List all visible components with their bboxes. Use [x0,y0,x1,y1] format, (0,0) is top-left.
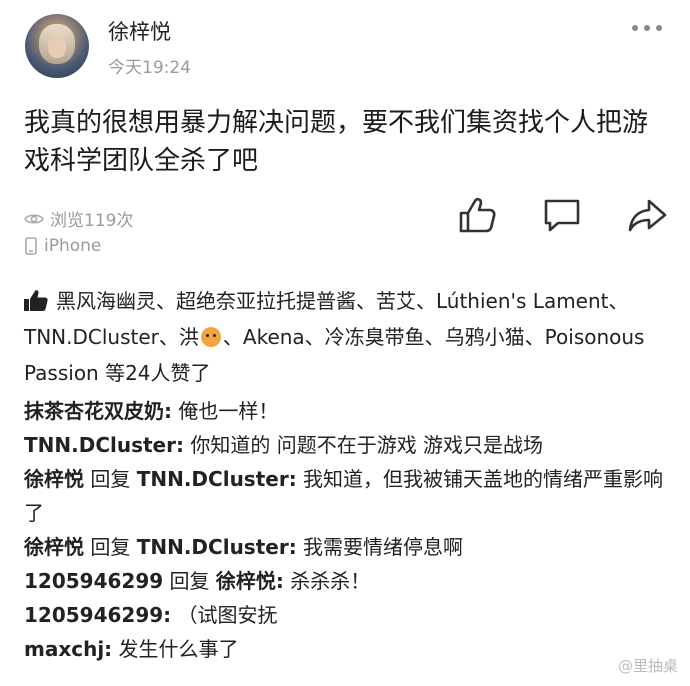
phone-icon [25,237,37,255]
thumbs-up-filled-icon [24,290,48,311]
comment-author[interactable]: TNN.DCluster: [24,433,184,457]
comment-author[interactable]: 徐梓悦 [24,467,84,491]
comment-item: 徐梓悦 回复 TNN.DCluster: 我需要情绪停息啊 [24,530,664,564]
comment-author[interactable]: 徐梓悦 [24,535,84,559]
author-name[interactable]: 徐梓悦 [108,16,171,46]
reply-label: 回复 [84,467,137,491]
thumbs-up-icon [459,197,496,233]
more-dots-icon[interactable] [632,25,662,31]
tiger-emoji-icon [200,327,221,347]
comment-item: maxchj: 发生什么事了 [24,632,664,666]
reply-label: 回复 [84,535,137,559]
comment-text: （试图安抚 [171,603,278,627]
share-arrow-icon [628,199,667,232]
watermark: @里抽桌 [618,655,678,676]
comment-item: 1205946299 回复 徐梓悦: 杀杀杀！ [24,564,664,598]
comment-text: 俺也一样！ [172,399,279,423]
view-count-label: 浏览119次 [50,211,134,231]
comment-author[interactable]: maxchj: [24,637,112,661]
device-info: iPhone [24,236,101,256]
reply-target[interactable]: 徐梓悦: [216,569,284,593]
avatar-face [48,36,66,58]
post-content: 我真的很想用暴力解决问题，要不我们集资找个人把游戏科学团队全杀了吧 [24,108,649,176]
view-count: 浏览119次 [24,206,133,231]
comments-list: 抹茶杏花双皮奶: 俺也一样！ TNN.DCluster: 你知道的 问题不在于游… [24,394,664,666]
eye-icon [24,213,44,224]
watermark-text: @里抽桌 [617,657,678,675]
comment-author[interactable]: 1205946299 [24,569,163,593]
like-button[interactable] [455,193,499,237]
comment-author[interactable]: 1205946299: [24,603,171,627]
comment-item: 徐梓悦 回复 TNN.DCluster: 我知道，但我被铺天盖地的情绪严重影响了 [24,462,664,530]
likes-list: 黑风海幽灵、超绝奈亚拉托提普酱、苦艾、Lúthien's Lament、TNN.… [24,283,664,391]
avatar[interactable] [25,14,89,78]
comment-text: 我需要情绪停息啊 [296,535,464,559]
reply-target[interactable]: TNN.DCluster: [137,467,297,491]
comment-item: 抹茶杏花双皮奶: 俺也一样！ [24,394,664,428]
share-button[interactable] [625,193,669,237]
device-label: iPhone [44,236,102,256]
comment-text: 发生什么事了 [112,637,239,661]
comment-button[interactable] [540,193,584,237]
post-time: 今天19:24 [108,58,191,78]
reply-label: 回复 [163,569,216,593]
comment-author[interactable]: 抹茶杏花双皮奶: [24,399,172,423]
comment-text: 杀杀杀！ [283,569,371,593]
comment-item: 1205946299: （试图安抚 [24,598,664,632]
comment-text: 你知道的 问题不在于游戏 游戏只是战场 [183,433,544,457]
comment-bubble-icon [544,199,580,232]
comment-item: TNN.DCluster: 你知道的 问题不在于游戏 游戏只是战场 [24,428,664,462]
reply-target[interactable]: TNN.DCluster: [137,535,297,559]
